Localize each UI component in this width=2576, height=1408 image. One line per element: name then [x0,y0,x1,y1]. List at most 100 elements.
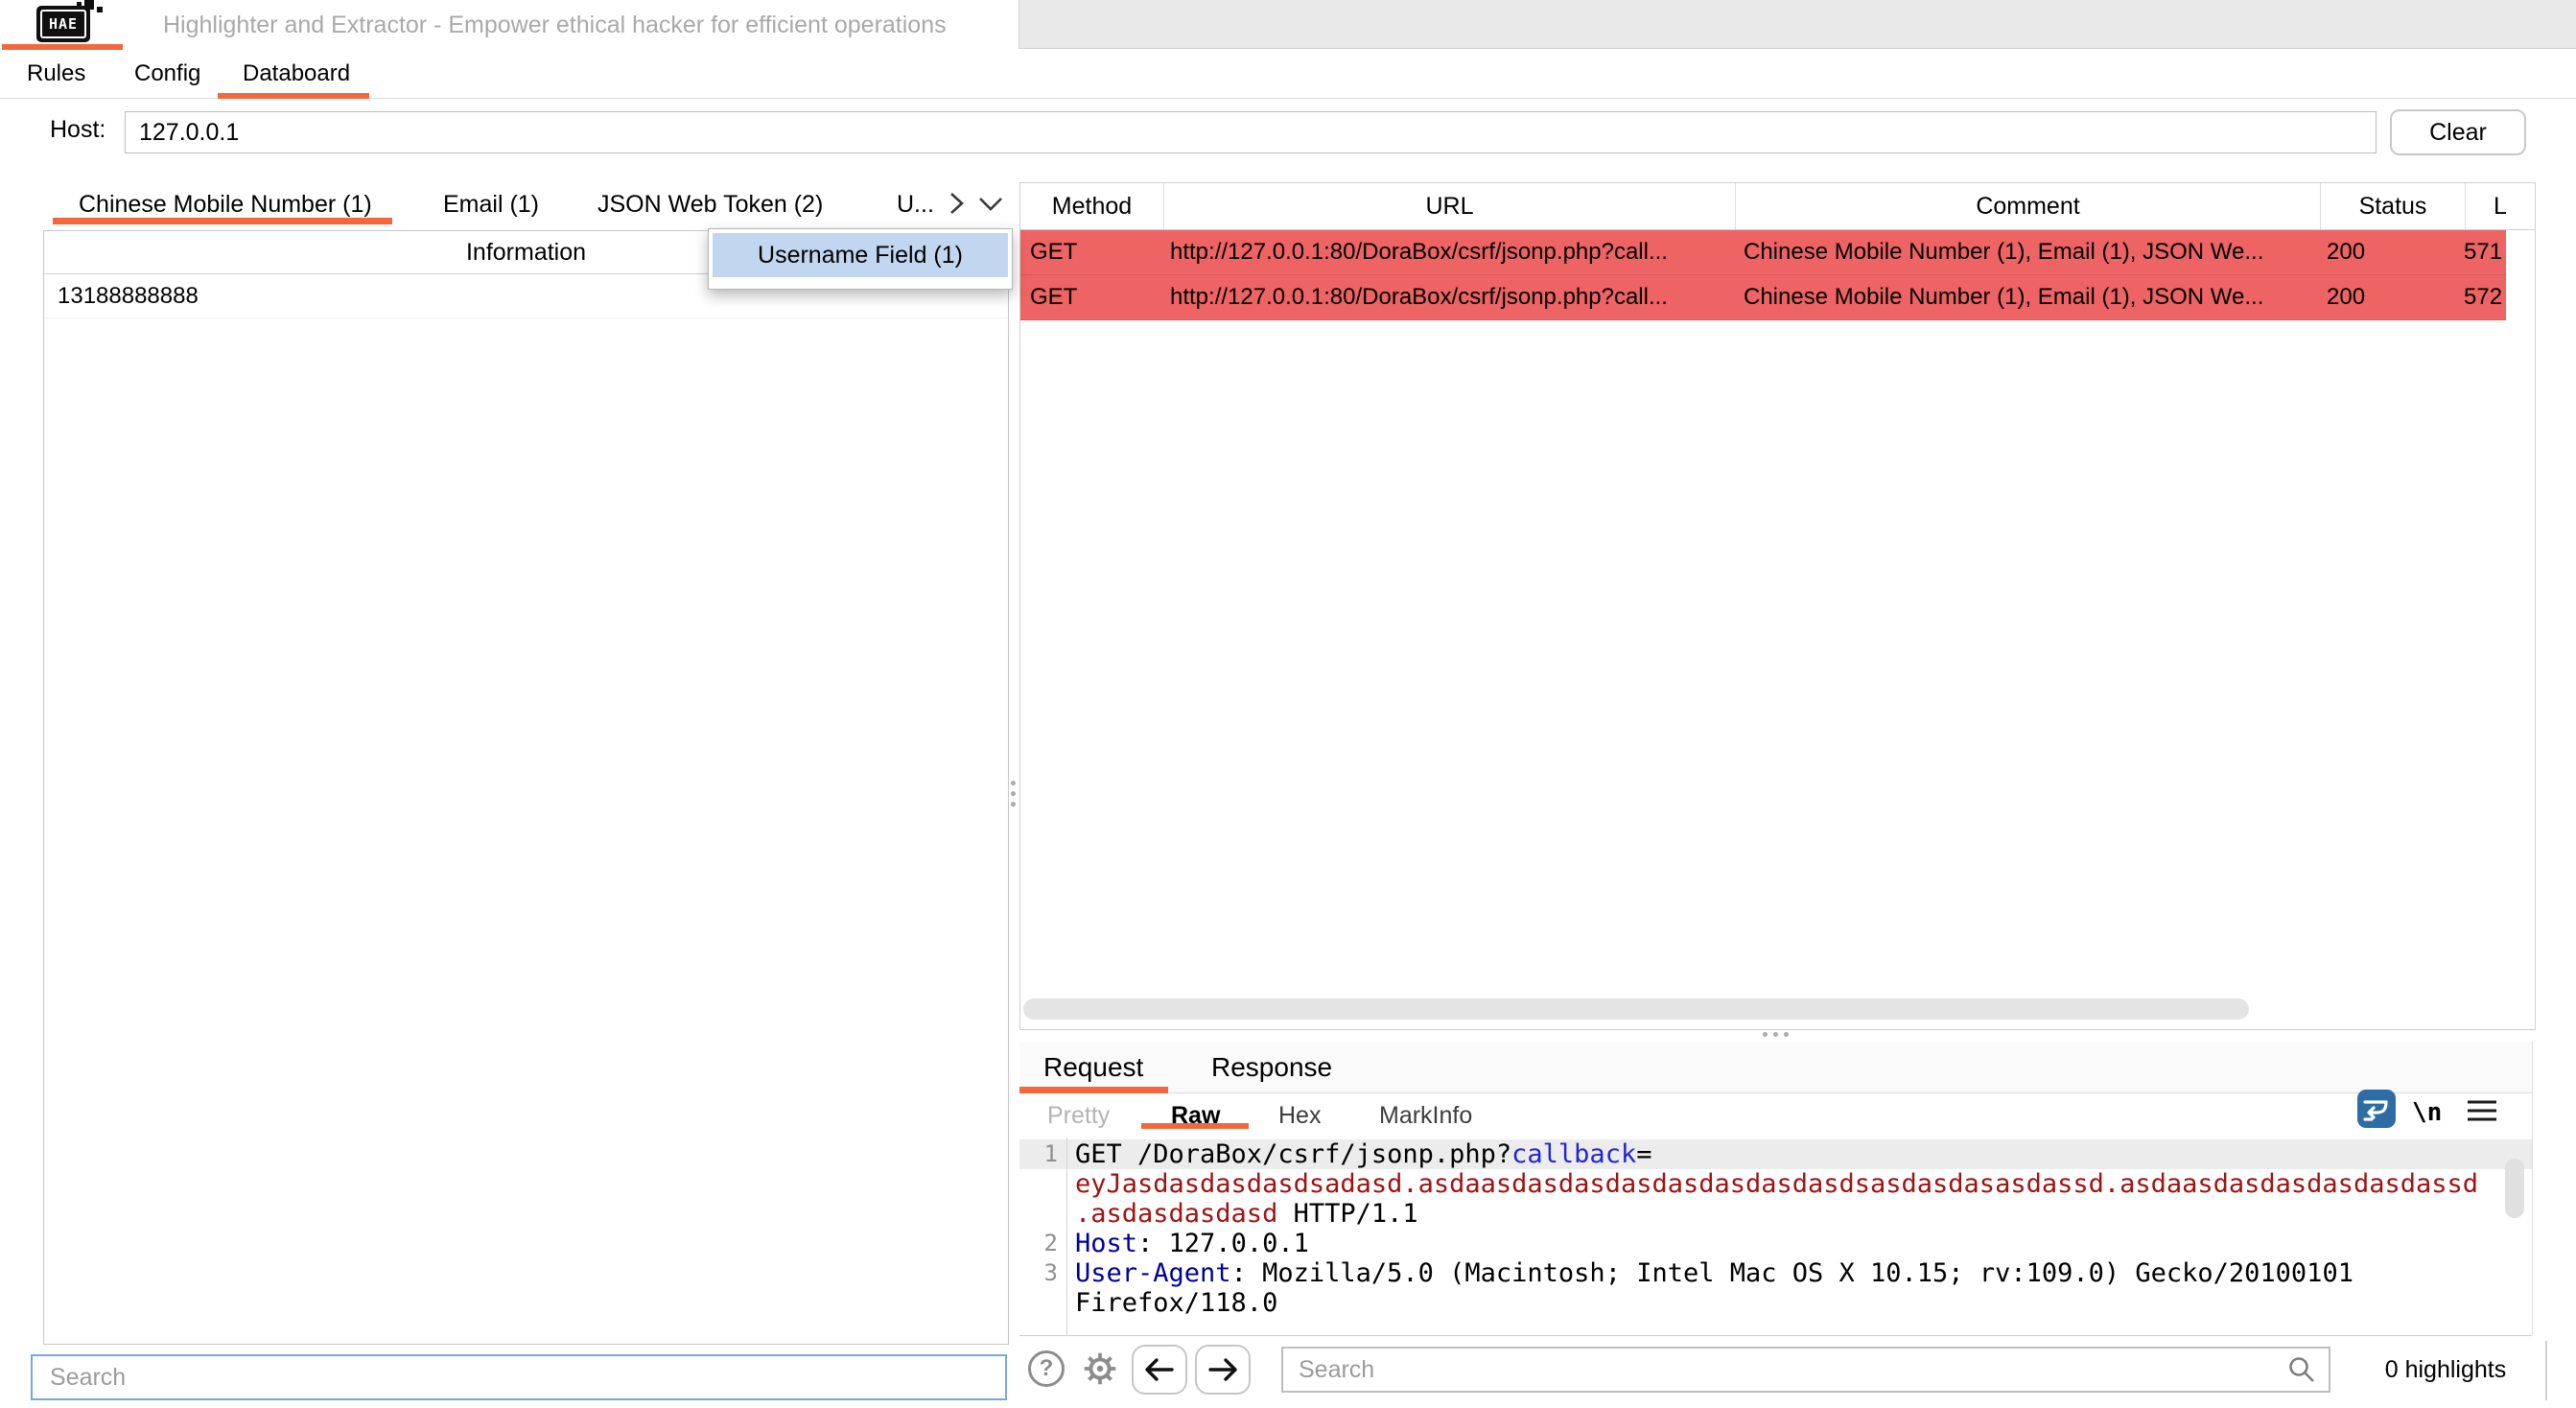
code-segment-plain: = [1636,1139,1651,1169]
code-line[interactable]: 3User-Agent: Mozilla/5.0 (Macintosh; Int… [1019,1258,2532,1288]
hae-databoard-window: { "theme": { "accent": "#f2683c", "red_r… [0,0,2576,1408]
code-line[interactable]: 1GET /DoraBox/csrf/jsonp.php?callback= [1019,1139,2532,1169]
bottom-bar-divider [2545,1341,2547,1400]
code-line[interactable]: .asdasdasdasd HTTP/1.1 [1019,1199,2532,1229]
line-number: 2 [1019,1229,1058,1258]
data-tab-json-web-token[interactable]: JSON Web Token (2) [597,178,823,227]
tab-config[interactable]: Config [134,50,200,98]
code-segment-plain: Firefox/118.0 [1075,1288,1277,1318]
subtab-active-underline [1141,1123,1249,1129]
code-text: User-Agent: Mozilla/5.0 (Macintosh; Inte… [1058,1258,2354,1288]
horizontal-splitter-grip[interactable] [1763,1032,1789,1037]
request-cell-status: 200 [2319,230,2464,274]
request-row[interactable]: GEThttp://127.0.0.1:80/DoraBox/csrf/json… [1020,275,2506,320]
app-title: Highlighter and Extractor - Empower ethi… [163,0,947,50]
request-raw-content: 1GET /DoraBox/csrf/jsonp.php?callback=ey… [1019,1138,2532,1335]
request-cell-comment: Chinese Mobile Number (1), Email (1), JS… [1734,230,2319,274]
code-segment-plain: HTTP/1.1 [1277,1199,1417,1229]
hae-logo-icon[interactable]: HAE [36,6,90,42]
subtab-hex[interactable]: Hex [1278,1093,1321,1138]
highlights-count: 0 highlights [2348,1347,2543,1393]
line-number: 3 [1019,1258,1058,1288]
editor-search-input[interactable] [1281,1347,2330,1393]
column-header-comment[interactable]: Comment [1735,183,2320,229]
code-segment-plain: : 127.0.0.1 [1137,1229,1309,1258]
tab-databoard[interactable]: Databoard [243,50,350,98]
data-tab-email[interactable]: Email (1) [443,178,539,227]
request-cell-method: GET [1020,230,1162,274]
data-tab-chinese-mobile-number[interactable]: Chinese Mobile Number (1) [79,178,372,227]
code-text: GET /DoraBox/csrf/jsonp.php?callback= [1058,1139,1651,1169]
code-segment-param: callback [1511,1139,1636,1169]
code-text: eyJasdasdasdasdsadasd.asdaasdasdasdasdas… [1058,1169,2478,1199]
main-tab-bar: Rules Config Databoard [0,50,2576,99]
next-highlight-button[interactable] [1195,1345,1251,1395]
vertical-splitter-grip[interactable] [1011,781,1016,807]
subtab-pretty[interactable]: Pretty [1047,1093,1110,1138]
menu-icon[interactable] [2467,1099,2497,1129]
requests-table: Method URL Comment Status L GEThttp://12… [1019,182,2536,1030]
title-bar: HAE Highlighter and Extractor - Empower … [0,0,2576,50]
request-cell-length: 571 [2464,230,2506,274]
help-icon[interactable]: ? [1028,1350,1065,1387]
request-cell-comment: Chinese Mobile Number (1), Email (1), JS… [1734,275,2319,319]
gutter-separator [1066,1138,1067,1335]
request-cell-url: http://127.0.0.1:80/DoraBox/csrf/jsonp.p… [1162,230,1734,274]
request-row[interactable]: GEThttp://127.0.0.1:80/DoraBox/csrf/json… [1020,230,2506,275]
request-cell-url: http://127.0.0.1:80/DoraBox/csrf/jsonp.p… [1162,275,1734,319]
line-number [1019,1288,1058,1318]
information-table: Information 13188888888 [43,230,1009,1345]
message-editor-subtab-bar: Pretty Raw Hex MarkInfo [1019,1093,2532,1138]
line-number: 1 [1019,1139,1058,1169]
requests-table-header: Method URL Comment Status L [1020,183,2535,230]
subtab-markinfo[interactable]: MarkInfo [1379,1093,1472,1138]
host-input[interactable] [125,111,2377,153]
chevron-down-icon[interactable] [976,190,1003,217]
code-segment-value: .asdasdasdasd [1075,1199,1277,1229]
message-editor-tab-bar: Request Response [1019,1042,2532,1093]
title-bar-empty-area [1019,0,2576,49]
column-header-length[interactable]: L [2465,183,2535,229]
tab-rules[interactable]: Rules [27,50,85,98]
request-cell-length: 572 [2464,275,2506,319]
tab-overflow-dropdown: Username Field (1) [708,228,1013,290]
code-line[interactable]: 2Host: 127.0.0.1 [1019,1229,2532,1258]
logo-pixel [97,7,103,12]
tab-request[interactable]: Request [1043,1042,1143,1092]
code-segment-header: User-Agent [1075,1258,1231,1288]
code-text: Host: 127.0.0.1 [1058,1229,1309,1258]
editor-right-border [2532,1042,2533,1335]
information-search-input[interactable] [31,1354,1007,1400]
code-line[interactable]: Firefox/118.0 [1019,1288,2532,1318]
tab-response[interactable]: Response [1211,1042,1332,1092]
column-header-url[interactable]: URL [1163,183,1735,229]
host-label: Host: [50,100,105,159]
chevron-right-icon[interactable] [943,190,970,217]
data-tab-username-field-truncated[interactable]: U... [897,178,934,227]
previous-highlight-button[interactable] [1132,1345,1187,1395]
column-header-method[interactable]: Method [1020,183,1163,229]
column-header-status[interactable]: Status [2320,183,2465,229]
vertical-scrollbar-thumb[interactable] [2505,1159,2524,1218]
request-cell-method: GET [1020,275,1162,319]
newline-icon[interactable]: \n [2412,1093,2442,1132]
tab-active-underline [1019,1087,1168,1093]
clear-button[interactable]: Clear [2390,109,2526,155]
code-text: Firefox/118.0 [1058,1288,1277,1318]
hae-logo-text: HAE [40,10,86,38]
word-wrap-icon[interactable] [2357,1090,2396,1128]
code-line[interactable]: eyJasdasdasdasdsadasd.asdaasdasdasdasdas… [1019,1169,2532,1199]
tab-active-underline [218,93,369,99]
code-segment-header: Host [1075,1229,1137,1258]
dropdown-item-username-field[interactable]: Username Field (1) [713,233,1008,277]
code-segment-plain: : Mozilla/5.0 (Macintosh; Intel Mac OS X… [1231,1258,2354,1288]
horizontal-scrollbar-thumb[interactable] [1023,998,2249,1020]
subtab-raw[interactable]: Raw [1171,1093,1220,1138]
code-segment-value: eyJasdasdasdasdsadasd.asdaasdasdasdasdas… [1075,1169,2478,1199]
logo-pixel [77,2,82,7]
gear-icon[interactable] [1078,1347,1122,1397]
line-number [1019,1199,1058,1229]
search-icon [2286,1354,2317,1392]
code-text: .asdasdasdasd HTTP/1.1 [1058,1199,1418,1229]
line-number [1019,1169,1058,1199]
